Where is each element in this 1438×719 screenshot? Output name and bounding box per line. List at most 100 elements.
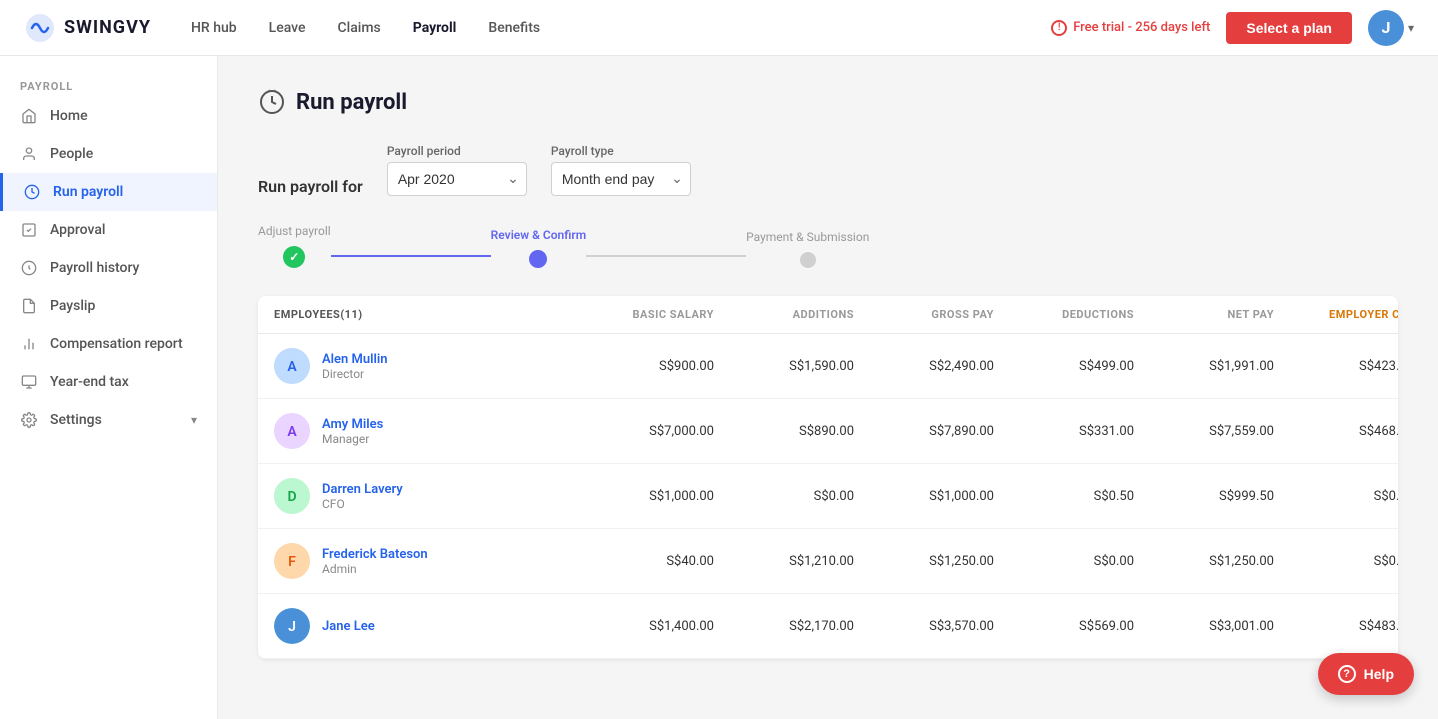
help-button[interactable]: ? Help (1318, 653, 1414, 695)
sidebar-label-payroll-history: Payroll history (50, 260, 139, 276)
employee-name-darren-lavery[interactable]: Darren Lavery (322, 482, 403, 497)
page-title: Run payroll (296, 90, 407, 115)
additions-alen-mullin: S$1,590.00 (714, 359, 854, 374)
employee-info-darren-lavery: Darren Lavery CFO (322, 482, 403, 511)
sidebar-item-payslip[interactable]: Payslip (0, 287, 217, 325)
sidebar-item-settings[interactable]: Settings ▾ (0, 401, 217, 439)
additions-darren-lavery: S$0.00 (714, 489, 854, 504)
payroll-type-select[interactable]: Month end pay (551, 162, 691, 196)
svg-text:J: J (288, 619, 296, 635)
trial-badge: ! Free trial - 256 days left (1051, 20, 1210, 36)
help-icon: ? (1338, 665, 1356, 683)
net-pay-frederick-bateson: S$1,250.00 (1134, 554, 1274, 569)
sidebar-item-compensation-report[interactable]: Compensation report (0, 325, 217, 363)
sidebar-item-year-end-tax[interactable]: Year-end tax (0, 363, 217, 401)
employee-title-alen-mullin: Director (322, 367, 388, 381)
logo[interactable]: SWINGVY (24, 12, 151, 44)
employee-name-amy-miles[interactable]: Amy Miles (322, 417, 383, 432)
deductions-frederick-bateson: S$0.00 (994, 554, 1134, 569)
step-review-confirm-dot (529, 250, 547, 268)
step-line-2 (586, 255, 746, 257)
avatar-frederick-bateson: F (274, 543, 310, 579)
step-line-1 (331, 255, 491, 257)
gross-pay-amy-miles: S$7,890.00 (854, 424, 994, 439)
sidebar-item-payroll-history[interactable]: Payroll history (0, 249, 217, 287)
payroll-table: EMPLOYEES(11) BASIC SALARY ADDITIONS GRO… (258, 296, 1398, 659)
basic-salary-amy-miles: S$7,000.00 (554, 424, 714, 439)
payroll-type-label: Payroll type (551, 144, 691, 158)
deductions-darren-lavery: S$0.50 (994, 489, 1134, 504)
topnav: SWINGVY HR hub Leave Claims Payroll Bene… (0, 0, 1438, 56)
trial-text: Free trial - 256 days left (1073, 20, 1210, 35)
nav-leave[interactable]: Leave (269, 20, 306, 36)
employee-title-amy-miles: Manager (322, 432, 383, 446)
employee-title-frederick-bateson: Admin (322, 562, 428, 576)
page-header: Run payroll (258, 88, 1398, 116)
avatar-chevron-icon: ▾ (1408, 21, 1414, 35)
basic-salary-frederick-bateson: S$40.00 (554, 554, 714, 569)
basic-salary-jane-lee: S$1,400.00 (554, 619, 714, 634)
payroll-period-group: Payroll period Apr 2020 (387, 144, 527, 196)
sidebar-section-label: PAYROLL (0, 72, 217, 97)
col-deductions: DEDUCTIONS (994, 308, 1134, 321)
gross-pay-darren-lavery: S$1,000.00 (854, 489, 994, 504)
approval-icon (20, 221, 38, 239)
nav-payroll[interactable]: Payroll (413, 20, 457, 36)
run-payroll-for-label: Run payroll for (258, 177, 363, 196)
employee-info-frederick-bateson: Frederick Bateson Admin (322, 547, 428, 576)
employee-info-jane-lee: Jane Lee (322, 619, 375, 634)
col-employees: EMPLOYEES(11) (274, 308, 554, 321)
user-avatar-dropdown[interactable]: J ▾ (1368, 10, 1414, 46)
employer-cpf-alen-mullin: S$423.00 (1274, 359, 1398, 374)
run-payroll-icon (23, 183, 41, 201)
svg-text:F: F (288, 554, 296, 570)
payroll-period-select[interactable]: Apr 2020 (387, 162, 527, 196)
employee-cell-amy-miles: A Amy Miles Manager (274, 413, 554, 449)
payroll-period-wrapper: Apr 2020 (387, 162, 527, 196)
svg-text:A: A (287, 359, 297, 375)
table-row: A Amy Miles Manager S$7,000.00 S$890.00 … (258, 399, 1398, 464)
step-payment-submission-dot (800, 252, 816, 268)
net-pay-darren-lavery: S$999.50 (1134, 489, 1274, 504)
employee-cell-alen-mullin: A Alen Mullin Director (274, 348, 554, 384)
step-payment-submission: Payment & Submission (746, 230, 869, 268)
employer-cpf-amy-miles: S$468.00 (1274, 424, 1398, 439)
logo-icon (24, 12, 56, 44)
trial-icon: ! (1051, 20, 1067, 36)
gross-pay-alen-mullin: S$2,490.00 (854, 359, 994, 374)
person-icon (20, 145, 38, 163)
sidebar-label-home: Home (50, 108, 88, 124)
report-icon (20, 335, 38, 353)
check-icon: ✓ (289, 250, 299, 264)
gross-pay-frederick-bateson: S$1,250.00 (854, 554, 994, 569)
sidebar-item-home[interactable]: Home (0, 97, 217, 135)
select-plan-button[interactable]: Select a plan (1226, 12, 1352, 44)
employee-name-frederick-bateson[interactable]: Frederick Bateson (322, 547, 428, 562)
sidebar-item-run-payroll[interactable]: Run payroll (0, 173, 217, 211)
payroll-controls: Run payroll for Payroll period Apr 2020 … (258, 144, 1398, 196)
settings-icon (20, 411, 38, 429)
employer-cpf-darren-lavery: S$0.00 (1274, 489, 1398, 504)
employee-name-alen-mullin[interactable]: Alen Mullin (322, 352, 388, 367)
nav-claims[interactable]: Claims (338, 20, 381, 36)
nav-right: ! Free trial - 256 days left Select a pl… (1051, 10, 1414, 46)
table-row: A Alen Mullin Director S$900.00 S$1,590.… (258, 334, 1398, 399)
employee-name-jane-lee[interactable]: Jane Lee (322, 619, 375, 634)
nav-benefits[interactable]: Benefits (488, 20, 540, 36)
payslip-icon (20, 297, 38, 315)
sidebar-item-people[interactable]: People (0, 135, 217, 173)
nav-hr-hub[interactable]: HR hub (191, 20, 237, 36)
additions-amy-miles: S$890.00 (714, 424, 854, 439)
table-row: D Darren Lavery CFO S$1,000.00 S$0.00 S$… (258, 464, 1398, 529)
employee-cell-frederick-bateson: F Frederick Bateson Admin (274, 543, 554, 579)
sidebar-item-approval[interactable]: Approval (0, 211, 217, 249)
nav-links: HR hub Leave Claims Payroll Benefits (191, 20, 1051, 36)
payroll-type-group: Payroll type Month end pay (551, 144, 691, 196)
deductions-amy-miles: S$331.00 (994, 424, 1134, 439)
net-pay-alen-mullin: S$1,991.00 (1134, 359, 1274, 374)
basic-salary-alen-mullin: S$900.00 (554, 359, 714, 374)
sidebar-label-people: People (50, 146, 93, 162)
svg-text:A: A (287, 424, 297, 440)
main-content: Run payroll Run payroll for Payroll peri… (218, 56, 1438, 719)
sidebar-label-settings: Settings (50, 412, 102, 428)
